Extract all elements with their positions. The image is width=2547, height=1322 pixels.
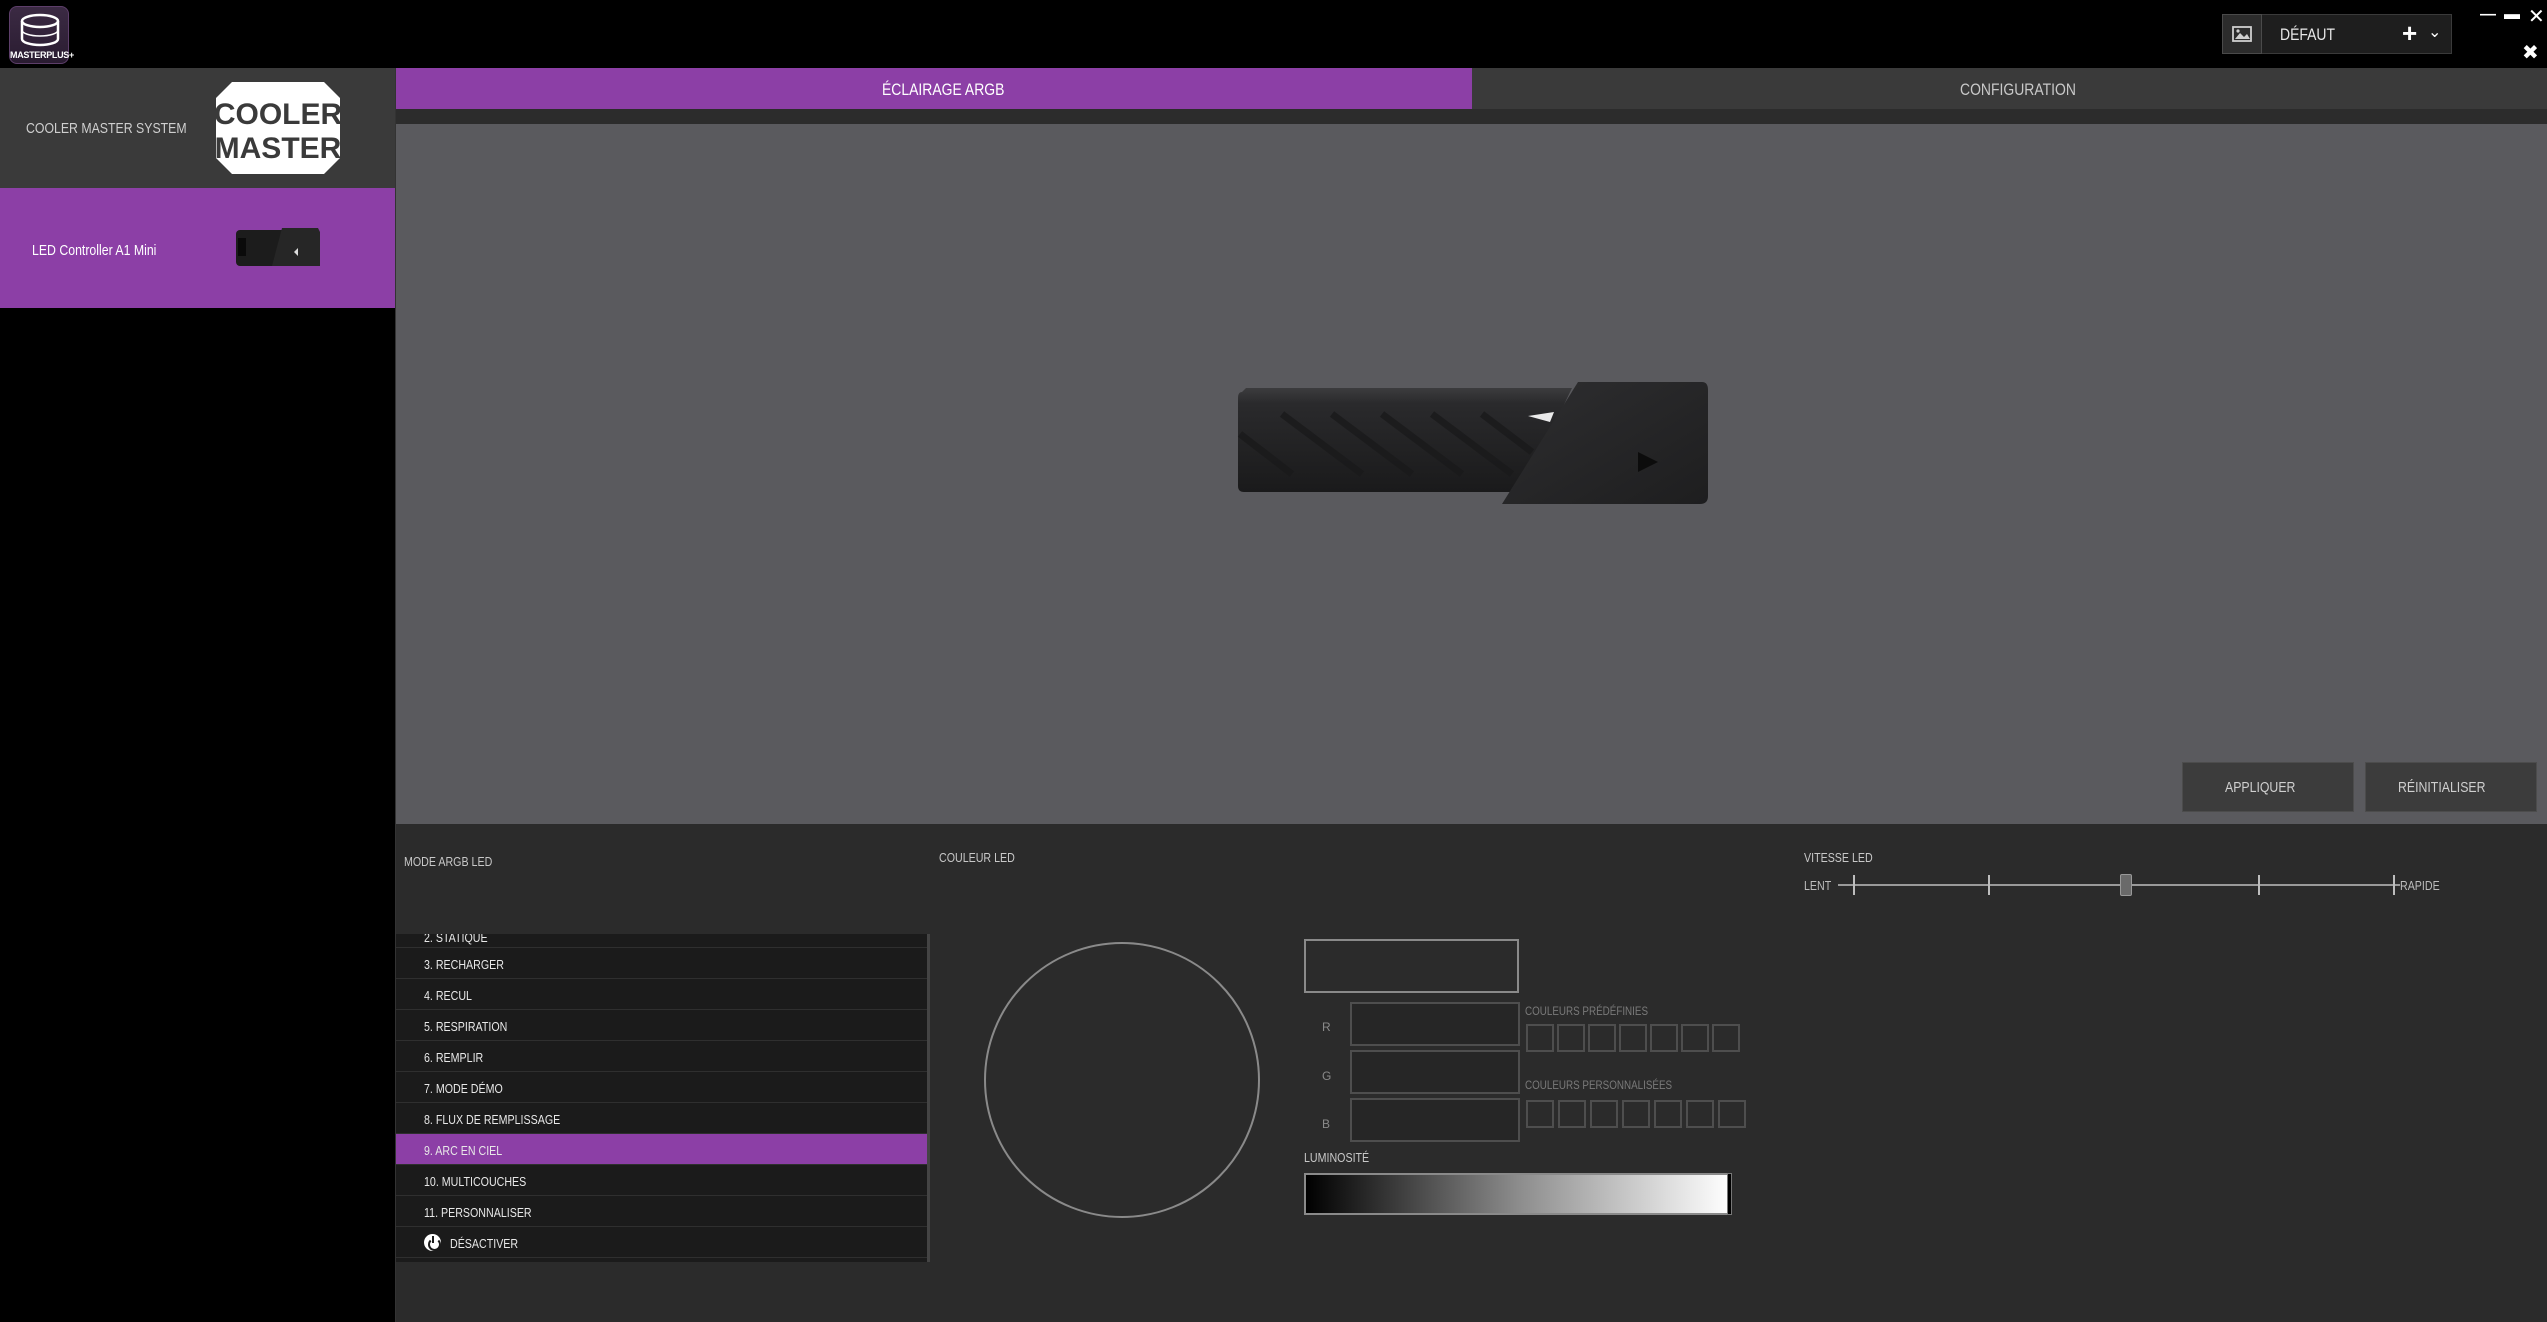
custom-color-swatch[interactable]: [1558, 1100, 1586, 1128]
g-input[interactable]: [1350, 1050, 1520, 1094]
mode-item-multilayer[interactable]: 10. MULTICOUCHES: [396, 1165, 927, 1196]
predefined-color-swatch[interactable]: [1526, 1024, 1554, 1052]
image-icon: [2232, 26, 2252, 42]
mode-item-fill[interactable]: 6. REMPLIR: [396, 1041, 927, 1072]
profile-image-button[interactable]: [2222, 14, 2262, 54]
mode-list[interactable]: 2. STATIQUE 3. RECHARGER 4. RECUL 5. RES…: [396, 934, 930, 1262]
predefined-color-swatch[interactable]: [1650, 1024, 1678, 1052]
title-bar: MASTERPLUS+ DÉFAUT + ⌄ — ▬ ✕ ✖: [0, 0, 2547, 68]
close-icon[interactable]: ✕: [2528, 4, 2545, 29]
mode-item-recul[interactable]: 4. RECUL: [396, 979, 927, 1010]
custom-color-swatch[interactable]: [1654, 1100, 1682, 1128]
speed-slider-track[interactable]: [1838, 884, 2400, 886]
sidebar-item-label: COOLER MASTER SYSTEM: [26, 120, 187, 137]
tools-icon[interactable]: ✖: [2522, 40, 2539, 65]
plus-icon[interactable]: +: [2402, 18, 2417, 49]
device-preview-area: APPLIQUER RÉINITIALISER: [396, 124, 2547, 824]
custom-color-swatch[interactable]: [1590, 1100, 1618, 1128]
predefined-color-swatch[interactable]: [1712, 1024, 1740, 1052]
mode-section-title: MODE ARGB LED: [404, 854, 493, 869]
mode-item-rainbow[interactable]: 9. ARC EN CIEL: [396, 1134, 927, 1165]
color-section-title: COULEUR LED: [939, 850, 1015, 865]
predefined-colors-title: COULEURS PRÉDÉFINIES: [1525, 1004, 1649, 1018]
speed-tick: [1853, 875, 1855, 895]
custom-color-swatch[interactable]: [1686, 1100, 1714, 1128]
tab-label: ÉCLAIRAGE ARGB: [882, 80, 1005, 99]
masterplus-logo-icon[interactable]: MASTERPLUS+: [9, 6, 74, 64]
brightness-slider[interactable]: [1304, 1173, 1732, 1215]
profile-name: DÉFAUT: [2280, 25, 2335, 44]
maximize-icon[interactable]: ▬: [2504, 6, 2520, 24]
r-label: R: [1322, 1020, 1331, 1034]
cooler-master-logo-icon: COOLER MASTER: [214, 82, 343, 174]
speed-tick: [1988, 875, 1990, 895]
led-controller-3d-render: [1237, 382, 1708, 504]
lighting-controls-panel: MODE ARGB LED 2. STATIQUE 3. RECHARGER 4…: [396, 824, 2547, 1322]
logo-text-bottom: MASTER: [215, 132, 342, 165]
logo-text-top: COOLER: [214, 98, 343, 131]
speed-slow-label: LENT: [1804, 878, 1832, 893]
power-icon: [424, 1234, 441, 1251]
mode-item-recharge[interactable]: 3. RECHARGER: [396, 948, 927, 979]
color-preview-box: [1304, 939, 1519, 993]
mode-item-demo[interactable]: 7. MODE DÉMO: [396, 1072, 927, 1103]
mode-item-disable[interactable]: DÉSACTIVER: [396, 1227, 927, 1258]
mode-item-static[interactable]: 2. STATIQUE: [396, 934, 927, 948]
b-label: B: [1322, 1117, 1331, 1131]
predefined-color-swatch[interactable]: [1681, 1024, 1709, 1052]
b-input[interactable]: [1350, 1098, 1520, 1142]
predefined-color-swatch[interactable]: [1557, 1024, 1585, 1052]
g-label: G: [1322, 1069, 1332, 1083]
speed-section-title: VITESSE LED: [1804, 850, 1873, 865]
tab-label: CONFIGURATION: [1960, 80, 2076, 99]
color-wheel[interactable]: [984, 942, 1260, 1218]
mode-item-fill-flow[interactable]: 8. FLUX DE REMPLISSAGE: [396, 1103, 927, 1134]
custom-color-swatch[interactable]: [1622, 1100, 1650, 1128]
brightness-title: LUMINOSITÉ: [1304, 1150, 1370, 1165]
custom-colors-title: COULEURS PERSONNALISÉES: [1525, 1078, 1673, 1092]
custom-color-swatch[interactable]: [1718, 1100, 1746, 1128]
sidebar-item-led-controller[interactable]: LED Controller A1 Mini: [0, 188, 396, 308]
tab-argb-lighting[interactable]: ÉCLAIRAGE ARGB: [396, 68, 1472, 109]
sidebar-item-cooler-master-system[interactable]: COOLER MASTER SYSTEM COOLER MASTER: [0, 68, 396, 188]
predefined-color-swatch[interactable]: [1619, 1024, 1647, 1052]
speed-tick: [2393, 875, 2395, 895]
minimize-icon[interactable]: —: [2480, 6, 2496, 24]
speed-slider-thumb[interactable]: [2120, 874, 2132, 896]
speed-tick: [2258, 875, 2260, 895]
tab-underline-strip: [396, 109, 2547, 124]
app-logo-caption: MASTERPLUS+: [10, 50, 74, 60]
chevron-down-icon[interactable]: ⌄: [2428, 22, 2441, 42]
reset-button[interactable]: RÉINITIALISER: [2365, 762, 2537, 812]
device-sidebar: COOLER MASTER SYSTEM COOLER MASTER LED C…: [0, 68, 396, 1322]
brightness-slider-handle[interactable]: [1727, 1173, 1732, 1215]
sidebar-item-label: LED Controller A1 Mini: [32, 242, 157, 259]
mode-item-breathing[interactable]: 5. RESPIRATION: [396, 1010, 927, 1041]
led-controller-thumbnail-icon: [236, 228, 320, 266]
r-input[interactable]: [1350, 1002, 1520, 1046]
mode-item-customize[interactable]: 11. PERSONNALISER: [396, 1196, 927, 1227]
predefined-color-swatch[interactable]: [1588, 1024, 1616, 1052]
speed-fast-label: RAPIDE: [2400, 878, 2440, 893]
apply-button[interactable]: APPLIQUER: [2182, 762, 2354, 812]
custom-color-swatch[interactable]: [1526, 1100, 1554, 1128]
tab-configuration[interactable]: CONFIGURATION: [1472, 68, 2547, 109]
